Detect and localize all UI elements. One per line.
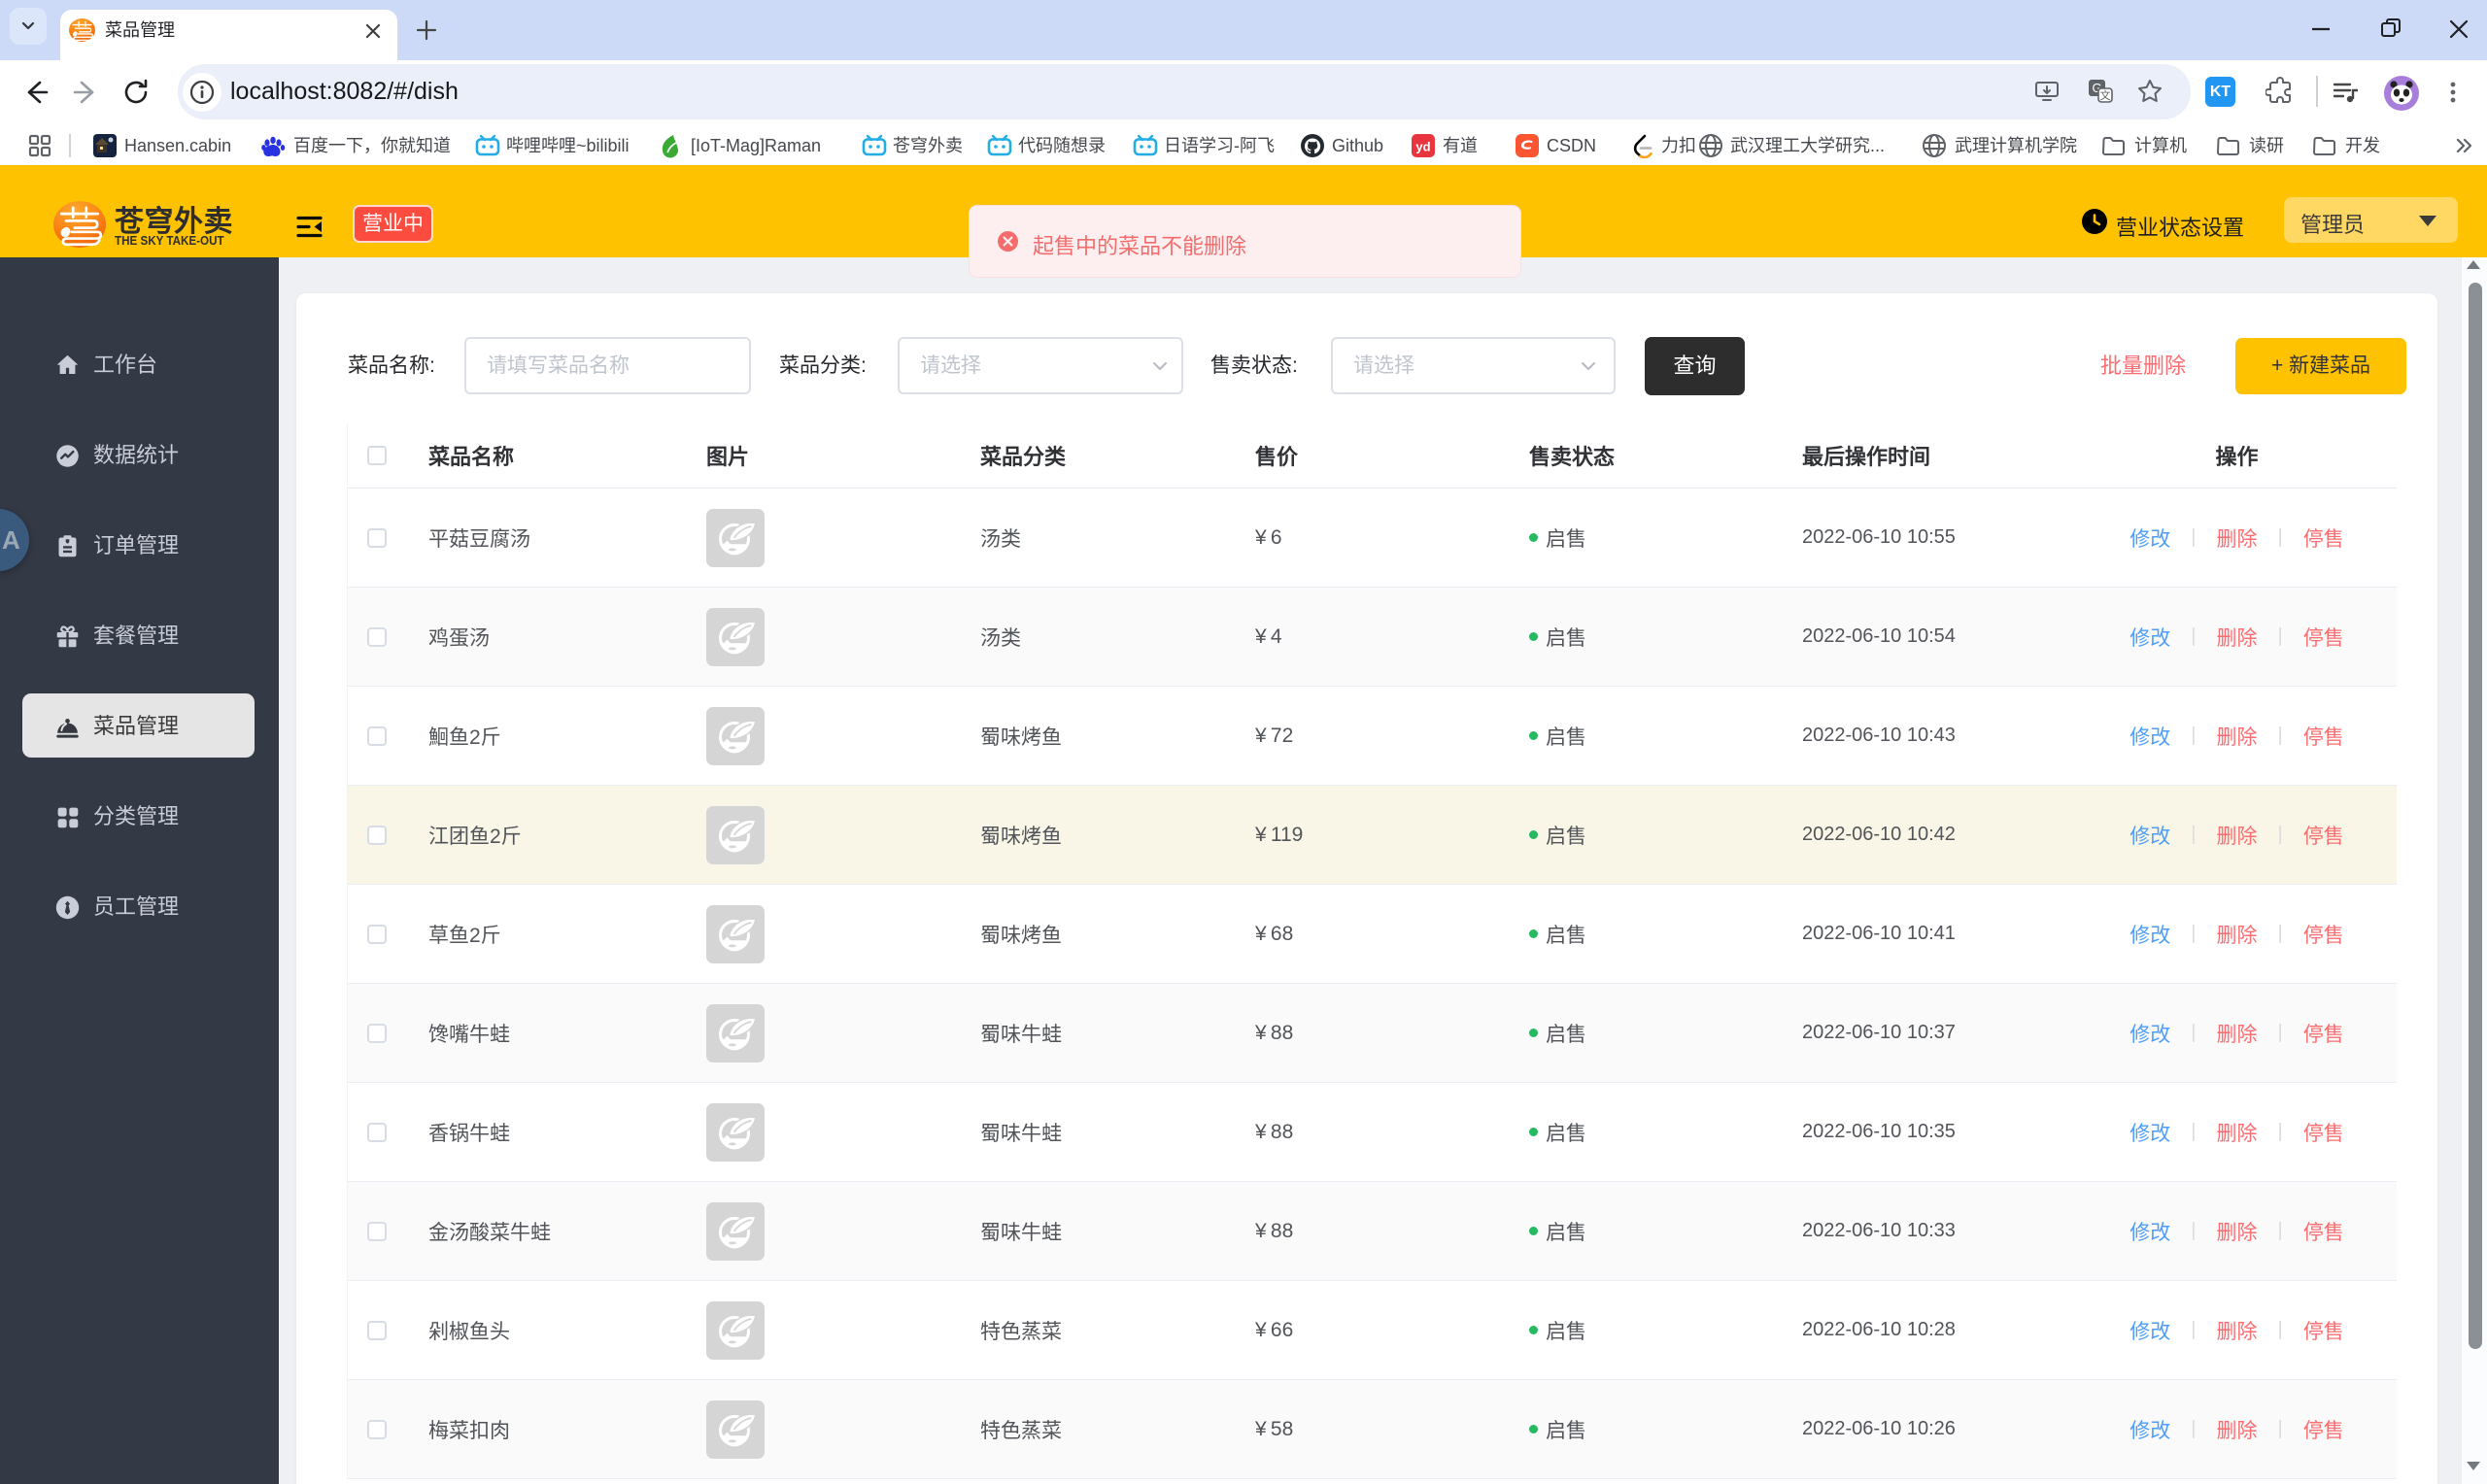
svg-text:文: 文 <box>2100 88 2111 102</box>
svg-text:yd: yd <box>1415 140 1430 154</box>
